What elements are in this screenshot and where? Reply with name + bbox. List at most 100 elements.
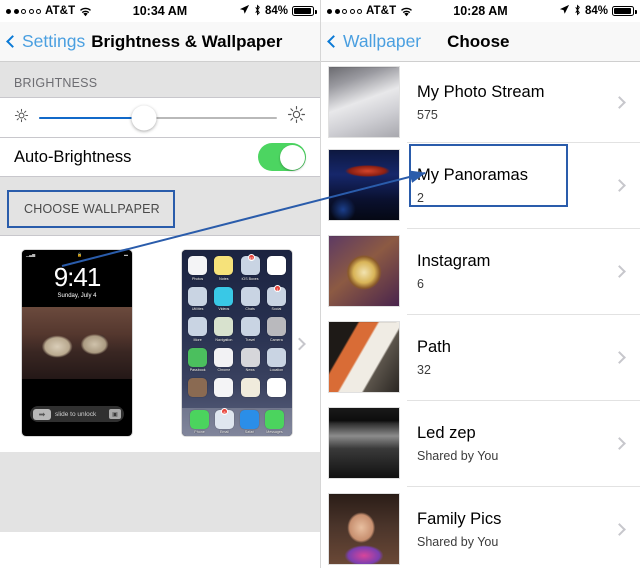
home-screen-preview[interactable]: Photos Notes iOS Boxes 32 Utilities Videos Cha… (182, 250, 292, 436)
home-preview-app: More (187, 317, 208, 342)
app-label: Chrome (217, 368, 231, 372)
album-name: My Panoramas (417, 165, 528, 184)
album-meta: Instagram 6 (417, 252, 615, 291)
app-icon (240, 317, 260, 336)
album-name: Family Pics (417, 509, 502, 528)
app-icon (214, 317, 234, 336)
slide-to-unlock-bar: ➡ slide to unlock ▣ (30, 406, 124, 422)
brightness-slider-thumb[interactable] (131, 105, 157, 130)
preview-battery: ▬ (124, 252, 128, 257)
chevron-right-icon[interactable] (613, 436, 626, 450)
page-title: Brightness & Wallpaper (91, 31, 283, 51)
battery-icon (292, 6, 317, 16)
home-preview-app: Social 1 (266, 284, 287, 311)
chevron-right-icon[interactable] (613, 264, 626, 278)
lock-screen-preview[interactable]: ▁▃▅ 🔒 ▬ 9:41 Sunday, July 4 ➡ slide to u… (22, 250, 132, 436)
album-row[interactable]: My Panoramas 2 (321, 142, 640, 228)
home-preview-app: Navigation (213, 317, 234, 342)
home-preview-app (187, 378, 208, 399)
sun-large-icon (287, 105, 306, 130)
app-icon (214, 256, 234, 275)
home-preview-app: Chats (240, 286, 261, 311)
app-icon (240, 409, 259, 429)
app-label: Travel (245, 337, 256, 342)
chevron-right-icon[interactable] (613, 522, 626, 536)
dock-app: Safari (240, 409, 259, 434)
album-meta: My Panoramas 2 (417, 166, 615, 205)
chevron-right-icon[interactable] (613, 350, 626, 364)
brightness-slider-fill (39, 116, 144, 119)
album-meta: Path 32 (417, 338, 615, 377)
home-preview-app-grid: Photos Notes iOS Boxes 32 Utilities Videos Cha… (187, 254, 287, 399)
album-list[interactable]: My Photo Stream 575 My Panoramas 2 Instagram… (321, 62, 640, 568)
app-label: iOS Boxes (241, 276, 259, 281)
app-label: Utilities (191, 307, 204, 311)
app-icon (266, 317, 286, 336)
app-label: Email (220, 430, 229, 435)
brightness-slider-row[interactable] (0, 97, 320, 137)
app-label: Chats (245, 307, 255, 311)
chevron-right-icon[interactable] (613, 95, 626, 109)
right-nav-bar: Wallpaper Choose (321, 22, 640, 62)
dock-app: Email 8 (215, 407, 234, 435)
back-label: Settings (22, 31, 86, 51)
lock-icon: 🔒 (77, 252, 83, 257)
app-icon (188, 347, 208, 367)
left-nav-bar: Settings Brightness & Wallpaper (0, 22, 320, 62)
album-row[interactable]: Family Pics Shared by You (321, 486, 640, 568)
app-icon (188, 378, 208, 397)
home-preview-app: Travel (240, 317, 261, 342)
home-preview-app: iOS Boxes 32 (240, 254, 261, 281)
album-meta: Led zep Shared by You (417, 424, 615, 463)
auto-brightness-row[interactable]: Auto-Brightness (0, 137, 320, 177)
home-preview-app: Notes (213, 256, 234, 281)
chevron-left-icon (6, 35, 19, 48)
app-icon (188, 317, 208, 336)
back-to-wallpaper-button[interactable]: Wallpaper (327, 31, 421, 52)
camera-icon: ▣ (109, 409, 121, 419)
home-preview-app (213, 378, 234, 399)
app-icon (214, 378, 234, 397)
app-icon (266, 378, 286, 397)
app-icon (265, 409, 284, 429)
album-detail: Shared by You (417, 448, 499, 463)
arrow-right-icon: ➡ (33, 408, 51, 420)
album-row[interactable]: Instagram 6 (321, 228, 640, 314)
app-badge: 1 (274, 284, 281, 292)
app-icon (214, 286, 234, 306)
page-title: Choose (447, 31, 510, 51)
app-label: More (193, 337, 202, 342)
album-row[interactable]: Led zep Shared by You (321, 400, 640, 486)
app-icon (240, 286, 260, 306)
app-icon (240, 347, 260, 367)
chevron-right-icon[interactable] (293, 337, 306, 351)
auto-brightness-label: Auto-Brightness (14, 147, 132, 166)
home-preview-app: News (240, 347, 261, 372)
toggle-knob (279, 144, 305, 170)
album-thumbnail (329, 408, 399, 478)
app-label: Social (271, 307, 282, 311)
app-icon (266, 256, 286, 275)
slide-to-unlock-label: slide to unlock (55, 410, 97, 418)
wallpaper-previews-row[interactable]: ▁▃▅ 🔒 ▬ 9:41 Sunday, July 4 ➡ slide to u… (0, 235, 320, 452)
back-to-settings-button[interactable]: Settings (6, 31, 86, 52)
album-row[interactable]: Path 32 (321, 314, 640, 400)
home-preview-app: Location (266, 347, 287, 372)
right-phone-panel: AT&T 10:28 AM 84% Wallpaper Choose My Ph… (320, 0, 640, 568)
album-row[interactable]: My Photo Stream 575 (321, 62, 640, 142)
app-label: Passbook (189, 368, 206, 372)
brightness-section-header: BRIGHTNESS (0, 62, 320, 97)
home-preview-background: Photos Notes iOS Boxes 32 Utilities Videos Cha… (182, 250, 292, 436)
app-label: Videos (218, 307, 230, 311)
home-preview-app: Utilities (187, 286, 208, 311)
home-preview-app (240, 378, 261, 399)
app-icon (240, 378, 260, 397)
dock-app: Phone (190, 409, 209, 434)
choose-wallpaper-section-header: CHOOSE WALLPAPER (24, 202, 160, 216)
app-label: Location (269, 368, 284, 372)
album-thumbnail (329, 150, 399, 220)
auto-brightness-toggle[interactable] (258, 143, 306, 171)
brightness-slider-track[interactable] (39, 105, 277, 130)
chevron-left-icon (327, 35, 340, 48)
chevron-right-icon[interactable] (613, 178, 626, 192)
